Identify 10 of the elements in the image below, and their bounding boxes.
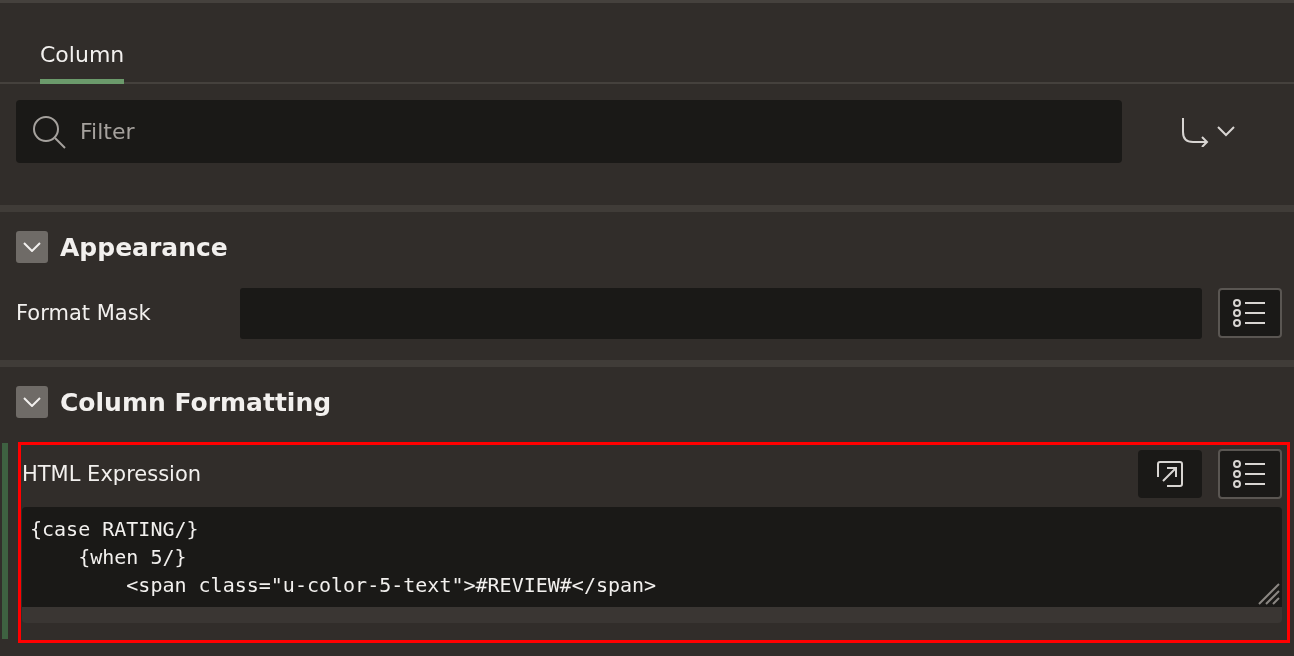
filter-field[interactable]: Filter xyxy=(16,100,1122,163)
code-line: {case RATING/} xyxy=(30,516,199,543)
code-line: {when 5/} xyxy=(77,544,187,571)
code-line: <span class="u-color-5-text">#REVIEW#</span> xyxy=(125,572,657,599)
property-label: Format Mask xyxy=(16,301,152,325)
section-title: Appearance xyxy=(60,232,228,262)
code-editor[interactable]: {case RATING/} {when 5/} <span class="u-color-5-text">#REVIEW#</span> xyxy=(22,507,1282,623)
section-title: Column Formatting xyxy=(60,387,332,417)
property-label: HTML Expression xyxy=(22,462,203,486)
tab[interactable]: Column xyxy=(40,42,125,84)
